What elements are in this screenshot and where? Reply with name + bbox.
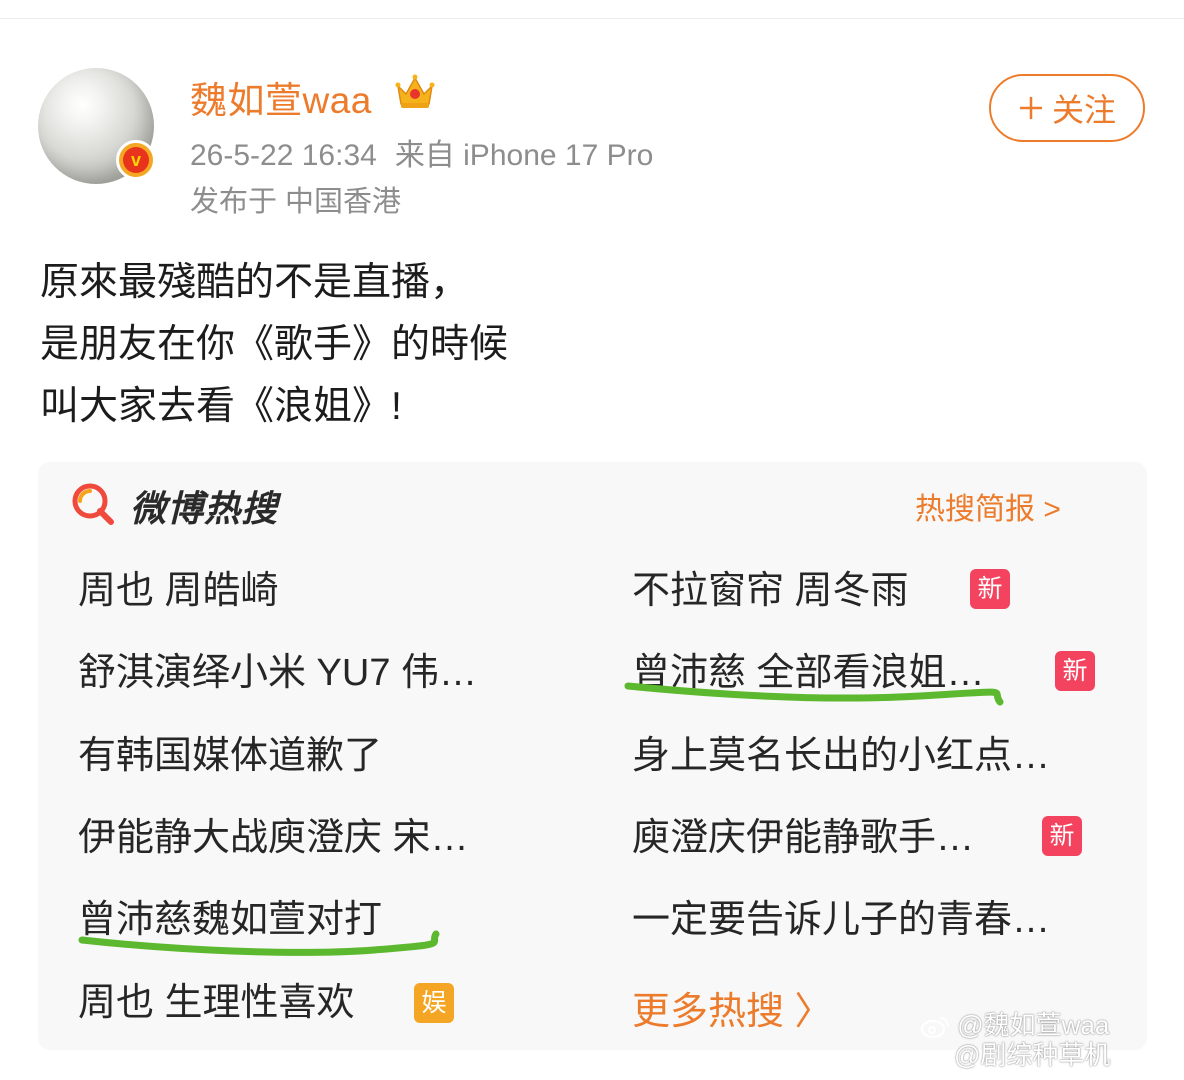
weibo-search-icon [72,483,114,525]
author-name[interactable]: 魏如萱waa [190,70,372,124]
crown-icon [395,74,435,108]
hot-search-item[interactable]: 周也 周皓崎 [78,568,279,614]
follow-label: 关注 [1051,92,1116,128]
highlight-underline [78,930,440,956]
post-text: 原來最殘酷的不是直播， 是朋友在你《歌手》的時候 叫大家去看《浪姐》! [40,252,508,438]
new-tag: 新 [1055,651,1095,691]
watermark-line: @剧综种草机 [954,1040,1111,1070]
post-source: 来自 iPhone 17 Pro [394,139,654,172]
hot-search-item[interactable]: 周也 生理性喜欢 [78,980,355,1026]
new-tag: 新 [1042,816,1082,856]
highlight-underline [624,682,1004,706]
weibo-logo-icon [920,1017,950,1039]
top-divider [0,18,1184,19]
entertainment-tag: 娱 [414,983,454,1023]
plus-icon [1019,97,1042,119]
hot-search-item[interactable]: 有韩国媒体道歉了 [78,733,382,779]
post-text-line: 原來最殘酷的不是直播， [40,261,470,304]
watermark-line: @魏如萱waa [957,1010,1110,1040]
hot-search-item[interactable]: 伊能静大战庾澄庆 宋… [78,815,469,861]
follow-button[interactable]: 关注 [989,74,1145,142]
post-timestamp: 26-5-22 16:34 [190,139,377,172]
post-location: 发布于 中国香港 [190,186,402,218]
new-tag: 新 [970,569,1010,609]
verified-v-badge-icon: v [116,140,156,180]
hot-search-item[interactable]: 舒淇演绎小米 YU7 伟… [78,650,477,696]
watermark: @魏如萱waa @剧综种草机 [920,1010,1110,1070]
hot-search-item[interactable]: 不拉窗帘 周冬雨 [632,568,909,614]
post-meta: 26-5-22 16:34 来自 iPhone 17 Pro [190,130,653,174]
post-text-line: 叫大家去看《浪姐》! [40,385,402,428]
hot-search-item[interactable]: 庾澄庆伊能静歌手… [632,815,974,861]
hot-search-brief-link[interactable]: 热搜简报 > [915,484,1061,528]
hot-search-item[interactable]: 身上莫名长出的小红点… [632,733,1050,779]
more-hot-search-link[interactable]: 更多热搜 〉 [632,980,833,1035]
post-text-line: 是朋友在你《歌手》的時候 [40,323,509,366]
hot-search-item[interactable]: 一定要告诉儿子的青春… [632,897,1050,943]
hot-search-title: 微博热搜 [130,488,279,529]
